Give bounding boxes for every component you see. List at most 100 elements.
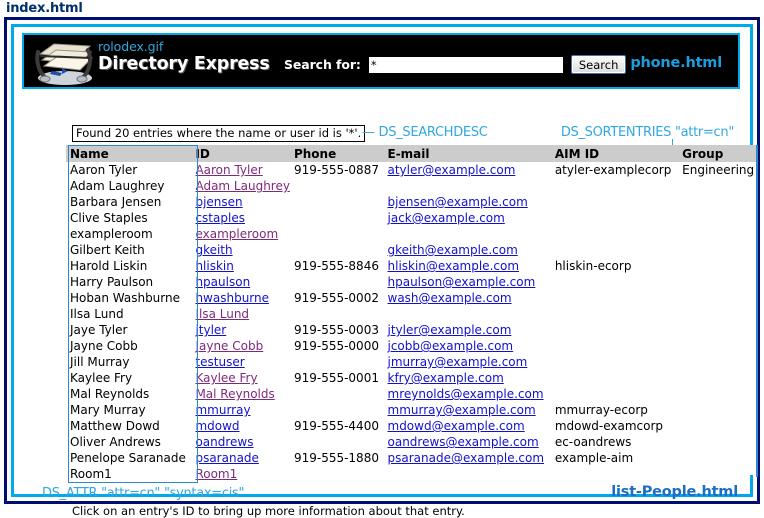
cell-id-link[interactable]: hpaulson [195,275,250,289]
cell-id-cell: oandrews [191,434,290,450]
cell-id-link[interactable]: mdowd [195,419,239,433]
cell-id-link[interactable]: psaranade [195,451,258,465]
cell-name: Kaylee Fry [70,371,133,385]
cell-id-cell: cstaples [191,210,290,226]
table-row: Adam Laughrey Adam Laughrey [66,178,756,194]
cell-phone [290,274,384,290]
cell-id-cell: gkeith [191,242,290,258]
column-header-group[interactable]: Group [678,145,756,162]
cell-id-link[interactable]: jtyler [195,323,226,337]
cell-group [678,306,756,322]
cell-email-link[interactable]: mreynolds@example.com [388,387,544,401]
table-row: Penelope Saranade psaranade 919-555-1880 ps… [66,450,756,466]
cell-id-link[interactable]: Kaylee Fry [195,371,257,385]
cell-email-link[interactable]: gkeith@example.com [388,243,518,257]
cell-id-link[interactable]: hliskin [195,259,233,273]
cell-id-link[interactable]: Mal Reynolds [195,387,274,401]
cell-group [678,386,756,402]
cell-id-link[interactable]: Room1 [195,467,237,481]
cell-id-cell: Ilsa Lund [191,306,290,322]
cell-group: Engineering [682,163,755,177]
cell-name: Barbara Jensen [70,195,162,209]
cell-id-link[interactable]: gkeith [195,243,232,257]
cell-phone [290,210,384,226]
cell-email-link[interactable]: jtyler@example.com [388,323,512,337]
cell-aim [551,274,678,290]
cell-id-link[interactable]: hwashburne [195,291,269,305]
cell-phone [290,402,384,418]
cell-email-cell: jack@example.com [384,210,551,226]
cell-id-link[interactable]: exampleroom [195,227,278,241]
table-row: Harold Liskin hliskin 919-555-8846 hliskin@… [66,258,756,274]
cell-email-link[interactable]: kfry@example.com [388,371,504,385]
cell-email-cell: mreynolds@example.com [384,386,551,402]
cell-email-link[interactable]: jcobb@example.com [388,339,514,353]
cell-id-link[interactable]: mmurray [195,403,250,417]
cell-email-link[interactable]: jack@example.com [388,211,505,225]
table-row: Clive Staples cstaples jack@example.com [66,210,756,226]
cell-email-cell: bjensen@example.com [384,194,551,210]
cell-id-link[interactable]: oandrews [195,435,253,449]
cell-id-link[interactable]: testuser [195,355,244,369]
cell-id-cell: Mal Reynolds [191,386,290,402]
cell-aim [551,210,678,226]
cell-group [678,226,756,242]
footer-corner-link[interactable]: list-People.html [611,484,738,500]
cell-name: Mal Reynolds [70,387,150,401]
cell-email-link[interactable]: mmurray@example.com [388,403,536,417]
cell-id-link[interactable]: Adam Laughrey [195,179,290,193]
cell-aim: mmurray-ecorp [554,403,648,417]
cell-aim [551,370,678,386]
logo-filename-label: rolodex.gif [98,39,164,54]
cell-group [678,418,756,434]
cell-phone [290,178,384,194]
cell-id-cell: hwashburne [191,290,290,306]
search-input[interactable] [367,55,564,74]
cell-id-link[interactable]: Ilsa Lund [195,307,249,321]
cell-name: Harry Paulson [70,275,154,289]
cell-id-link[interactable]: bjensen [195,195,242,209]
cell-name: Clive Staples [70,211,148,225]
cell-email-cell: psaranade@example.com [384,450,551,466]
cell-group [678,210,756,226]
table-row: Oliver Andrews oandrews oandrews@example.c… [66,434,756,450]
cell-id-cell: testuser [191,354,290,370]
cell-email-link[interactable]: jmurray@example.com [388,355,528,369]
cell-email-link[interactable]: hpaulson@example.com [388,275,536,289]
column-header-name[interactable]: Name [66,145,192,162]
column-header-aim[interactable]: AIM ID [550,145,679,162]
cell-email-cell: hliskin@example.com [384,258,551,274]
cell-name: Jaye Tyler [70,323,128,337]
cell-email-link[interactable]: wash@example.com [388,291,512,305]
cell-email-link[interactable]: atyler@example.com [388,163,516,177]
cell-email-link[interactable]: hliskin@example.com [388,259,520,273]
cell-aim: mdowd-examcorp [554,419,664,433]
header-corner-link[interactable]: phone.html [630,55,722,71]
cell-aim [551,226,678,242]
cell-id-link[interactable]: cstaples [195,211,245,225]
cell-name: Jill Murray [70,355,130,369]
table-row: Matthew Dowd mdowd 919-555-4400 mdowd@examp… [66,418,756,434]
cell-email-cell: mmurray@example.com [384,402,551,418]
cell-phone: 919-555-0001 [293,371,379,385]
column-header-id[interactable]: ID [191,145,290,162]
cell-id-link[interactable]: Aaron Tyler [195,163,262,177]
column-header-phone[interactable]: Phone [289,145,384,162]
cell-email-link[interactable]: mdowd@example.com [388,419,525,433]
table-row: Ilsa Lund Ilsa Lund [66,306,756,322]
cell-aim [551,194,678,210]
cell-id-cell: hliskin [191,258,290,274]
column-header-email[interactable]: E-mail [383,145,551,162]
cell-phone [290,194,384,210]
cell-id-link[interactable]: Jayne Cobb [195,339,263,353]
cell-aim: example-aim [554,451,634,465]
cell-email-link[interactable]: bjensen@example.com [388,195,528,209]
cell-email-link[interactable]: oandrews@example.com [388,435,539,449]
cell-name: Mary Murray [70,403,146,417]
cell-name: Penelope Saranade [70,451,186,465]
cell-name: Oliver Andrews [70,435,161,449]
cell-email-link[interactable]: psaranade@example.com [388,451,545,465]
search-button[interactable]: Search [570,55,627,74]
footer-hint: Click on an entry's ID to bring up more … [72,504,465,518]
cell-group [678,354,756,370]
